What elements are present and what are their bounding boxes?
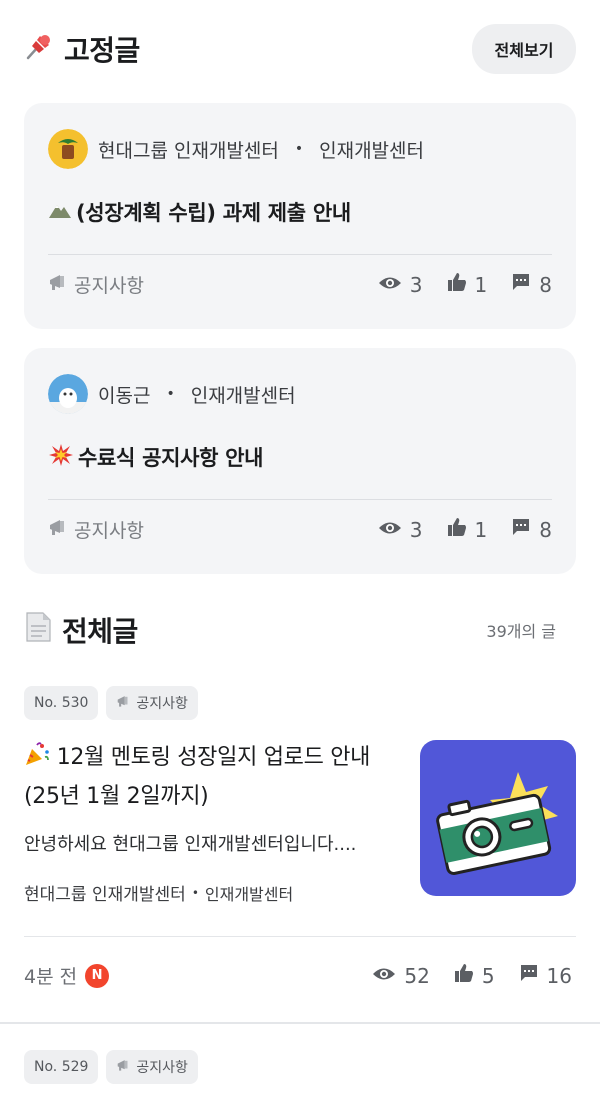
post-chips: No. 529 공지사항 (24, 1050, 198, 1084)
comments-count: 16 (546, 963, 572, 988)
megaphone-icon (48, 517, 70, 542)
comments-stat: 16 (519, 963, 572, 988)
post-title-text: 12월 멘토링 성장일지 업로드 안내 (25년 1월 2일까지) (24, 745, 371, 809)
post-thumbnail[interactable] (420, 740, 576, 896)
pinned-section-header: 고정글 전체보기 (24, 24, 576, 74)
post-title[interactable]: (성장계획 수립) 과제 제출 안내 (48, 197, 351, 227)
card-divider (48, 499, 552, 500)
category-chip: 공지사항 (106, 686, 198, 720)
author-group: 인재개발센터 (190, 384, 296, 407)
views-stat: 3 (378, 518, 423, 542)
list-divider (0, 1022, 600, 1024)
post-stats: 3 1 8 (378, 272, 552, 297)
separator-dot: • (294, 141, 304, 157)
post-category: 공지사항 (48, 271, 144, 298)
comment-icon (511, 272, 531, 297)
pinned-section-title: 고정글 (24, 29, 140, 69)
comment-icon (519, 963, 539, 988)
post-title-text: (성장계획 수립) 과제 제출 안내 (76, 201, 351, 225)
view-all-button[interactable]: 전체보기 (472, 24, 576, 74)
category-chip-label: 공지사항 (136, 1060, 188, 1076)
post-stats: 52 5 16 (372, 963, 572, 988)
separator-dot: • (191, 885, 199, 900)
post-excerpt: 안녕하세요 현대그룹 인재개발센터입니다.... (24, 834, 357, 855)
collision-icon (48, 443, 74, 472)
post-count: 39개의 글 (486, 622, 556, 641)
post-number-chip: No. 530 (24, 686, 99, 720)
category-chip-label: 공지사항 (136, 696, 188, 712)
pushpin-icon (24, 31, 54, 68)
post-category: 공지사항 (48, 516, 144, 543)
megaphone-icon (116, 694, 132, 712)
views-count: 3 (409, 517, 423, 542)
post-chips: No. 530 공지사항 (24, 686, 198, 720)
category-chip: 공지사항 (106, 1050, 198, 1084)
comment-icon (511, 517, 531, 542)
pinned-post-card[interactable]: 현대그룹 인재개발센터 • 인재개발센터 (성장계획 수립) 과제 제출 안내 (24, 103, 576, 329)
post-divider (24, 936, 576, 937)
category-label: 공지사항 (74, 275, 144, 297)
author-avatar (48, 374, 88, 414)
all-posts-title: 전체글 (62, 615, 138, 648)
pinned-post-card[interactable]: 이동근 • 인재개발센터 수료식 공지사항 안내 공지사항 3 1 8 (24, 348, 576, 574)
views-stat: 3 (378, 273, 423, 297)
eye-icon (372, 964, 396, 988)
post-title[interactable]: 수료식 공지사항 안내 (48, 442, 264, 472)
comments-count: 8 (539, 272, 552, 297)
post-time-text: 4분 전 (24, 966, 78, 988)
comments-count: 8 (539, 517, 552, 542)
views-count: 52 (404, 963, 430, 988)
megaphone-icon (48, 272, 70, 297)
views-stat: 52 (372, 963, 430, 988)
camera-illustration (436, 772, 558, 875)
author-name: 이동근 (98, 384, 151, 407)
new-badge: N (85, 963, 110, 988)
comments-stat: 8 (511, 517, 552, 542)
post-author: 현대그룹 인재개발센터 • 인재개발센터 (48, 129, 424, 169)
all-posts-section-title: 전체글 (24, 610, 138, 650)
post-title-text: 수료식 공지사항 안내 (78, 446, 264, 470)
pinned-title: 고정글 (64, 34, 140, 67)
likes-count: 1 (474, 272, 488, 297)
author-name: 현대그룹 인재개발센터 (24, 885, 186, 905)
likes-count: 5 (481, 963, 495, 988)
post-number-chip: No. 529 (24, 1050, 99, 1084)
eye-icon (378, 273, 402, 297)
likes-stat[interactable]: 1 (447, 517, 488, 542)
post-footer: 4분 전 N 52 5 16 (24, 962, 572, 989)
comments-stat: 8 (511, 272, 552, 297)
category-label: 공지사항 (74, 520, 144, 542)
separator-dot: • (166, 386, 175, 402)
party-popper-icon (24, 741, 50, 779)
thumbs-up-icon (447, 272, 467, 297)
author-group: 인재개발센터 (319, 139, 424, 162)
author-name: 현대그룹 인재개발센터 (98, 139, 279, 162)
post-footer: 공지사항 3 1 8 (48, 271, 552, 298)
post-footer: 공지사항 3 1 8 (48, 516, 552, 543)
document-icon (24, 611, 52, 649)
eye-icon (378, 518, 402, 542)
all-posts-section-header: 전체글 39개의 글 (24, 610, 576, 650)
mountain-icon (48, 200, 72, 225)
megaphone-icon (116, 1058, 132, 1076)
likes-stat[interactable]: 5 (454, 963, 495, 988)
likes-stat[interactable]: 1 (447, 272, 488, 297)
views-count: 3 (409, 272, 423, 297)
post-title[interactable]: 12월 멘토링 성장일지 업로드 안내 (25년 1월 2일까지) (24, 740, 404, 815)
post-stats: 3 1 8 (378, 517, 552, 542)
card-divider (48, 254, 552, 255)
post-author: 이동근 • 인재개발센터 (48, 374, 296, 414)
author-avatar (48, 129, 88, 169)
thumbs-up-icon (447, 517, 467, 542)
likes-count: 1 (474, 517, 488, 542)
post-time: 4분 전 N (24, 962, 110, 989)
thumbs-up-icon (454, 963, 474, 988)
author-group: 인재개발센터 (204, 884, 294, 904)
post-author: 현대그룹 인재개발센터 • 인재개발센터 (24, 880, 294, 906)
